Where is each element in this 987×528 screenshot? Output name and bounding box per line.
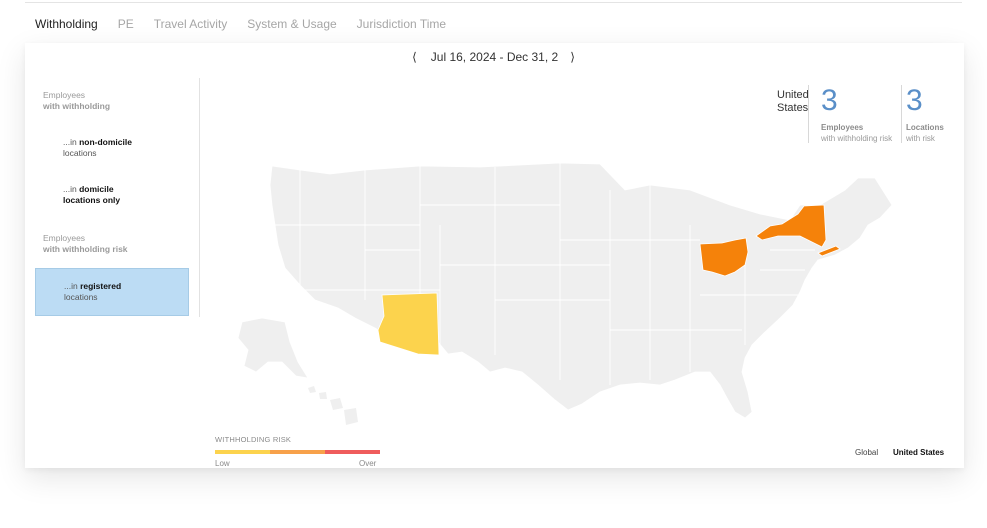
item-prefix: ...in — [63, 137, 80, 147]
legend-title: WITHHOLDING RISK — [215, 435, 292, 444]
prev-period-icon[interactable]: ⟨ — [412, 50, 417, 64]
legend-over-label: Over — [359, 459, 377, 468]
item-prefix: ...in — [64, 281, 81, 291]
tab-pe[interactable]: PE — [118, 17, 134, 31]
state-hawaii — [308, 386, 358, 425]
next-period-icon[interactable]: ⟩ — [570, 50, 575, 64]
employees-count: 3 — [821, 84, 838, 117]
state-alaska — [237, 317, 309, 379]
group-employees-with-risk: Employees with withholding risk — [43, 233, 128, 255]
legend-segment-medium — [270, 450, 325, 454]
item-prefix: ...in — [63, 184, 80, 194]
filter-sidebar: Employees with withholding ...in non-dom… — [35, 78, 200, 317]
locations-label-text: with risk — [906, 134, 935, 143]
us-map — [237, 162, 893, 425]
stat-divider — [901, 85, 902, 143]
region-line2: States — [777, 102, 809, 114]
date-range-label: Jul 16, 2024 - Dec 31, 2 — [430, 50, 559, 64]
tab-bar: Withholding PE Travel Activity System & … — [35, 17, 466, 31]
legend-low-label: Low — [215, 459, 230, 468]
scope-global-button[interactable]: Global — [855, 448, 878, 457]
risk-legend-bar — [215, 450, 380, 454]
stat-divider — [808, 85, 809, 143]
tab-system-usage[interactable]: System & Usage — [247, 17, 336, 31]
region-line1: United — [777, 89, 809, 101]
item-bold: registered — [80, 281, 122, 291]
locations-count: 3 — [906, 84, 923, 117]
tab-jurisdiction-time[interactable]: Jurisdiction Time — [357, 17, 446, 31]
group-employees-with-withholding: Employees with withholding — [43, 90, 110, 112]
region-label: United States — [777, 89, 811, 115]
group-label-line1: Employees — [43, 233, 86, 243]
state-arizona — [377, 292, 440, 356]
locations-label-bold: Locations — [906, 123, 944, 132]
group-label-line2: with withholding risk — [43, 244, 128, 254]
tab-travel-activity[interactable]: Travel Activity — [154, 17, 228, 31]
filter-domicile-only[interactable]: ...in domicile locations only — [63, 184, 120, 206]
tab-withholding[interactable]: Withholding — [35, 17, 98, 31]
date-range-nav: ⟨ Jul 16, 2024 - Dec 31, 2 ⟩ — [0, 50, 987, 64]
item-bold: non-domicile — [79, 137, 132, 147]
top-divider — [25, 2, 962, 3]
legend-segment-low — [215, 450, 270, 454]
employees-label: Employees with withholding risk — [821, 122, 892, 144]
group-label-line2: with withholding — [43, 101, 111, 111]
item-line2: locations only — [63, 195, 121, 205]
us-states-base — [269, 162, 893, 419]
employees-label-text: with withholding risk — [821, 134, 893, 143]
filter-non-domicile[interactable]: ...in non-domicile locations — [63, 137, 132, 159]
item-line2: locations — [64, 292, 98, 302]
contiguous-us-outline — [269, 162, 893, 419]
legend-segment-high — [325, 450, 380, 454]
item-line2: locations — [63, 148, 97, 158]
item-bold: domicile — [79, 184, 114, 194]
employees-label-bold: Employees — [821, 123, 864, 132]
scope-us-button[interactable]: United States — [893, 448, 944, 457]
filter-registered[interactable]: ...in registered locations — [35, 268, 189, 316]
locations-label: Locations with risk — [906, 122, 944, 144]
group-label-line1: Employees — [43, 90, 86, 100]
